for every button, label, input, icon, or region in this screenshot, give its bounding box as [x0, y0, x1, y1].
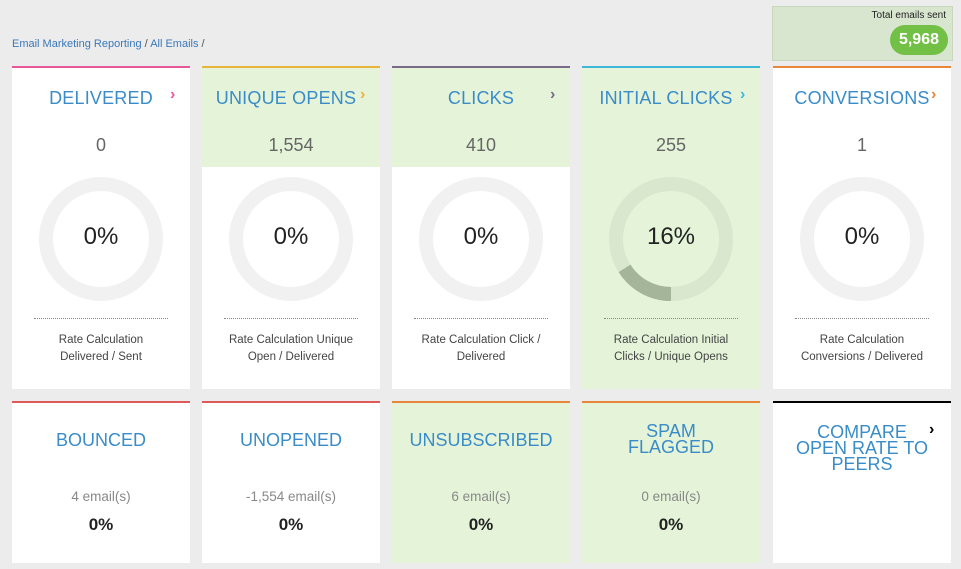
rate-calculation-text: Rate Calculation Click / Delivered [398, 332, 564, 366]
card-title: UNOPENED [239, 430, 342, 450]
chevron-right-icon[interactable]: › [170, 86, 175, 104]
metric-card-delivered[interactable]: DELIVERED › 0 0% Rate Calculation Delive… [12, 66, 190, 389]
card-title-line: PEERS [831, 454, 893, 474]
card-count: 1 [856, 135, 867, 155]
rate-line: Conversions / Delivered [800, 351, 924, 363]
status-percent: 0% [468, 515, 494, 534]
card-count: 0 [95, 135, 106, 155]
divider [795, 318, 929, 319]
metric-card-conversions[interactable]: CONVERSIONS › 1 0% Rate Calculation Conv… [773, 66, 951, 389]
divider [34, 318, 168, 319]
rate-line: Rate Calculation Click / [421, 334, 541, 346]
compare-open-rate-card[interactable]: COMPARE OPEN RATE TO PEERS › [773, 401, 951, 563]
chevron-right-icon[interactable]: › [931, 86, 936, 104]
card-title: UNIQUE OPENS [215, 88, 357, 108]
chevron-right-icon[interactable]: › [360, 86, 365, 104]
metric-card-unique-opens[interactable]: UNIQUE OPENS › 1,554 0% Rate Calculation… [202, 66, 380, 389]
card-header: CONVERSIONS › 1 [773, 68, 951, 167]
card-header: CLICKS › 410 [392, 68, 570, 167]
card-title: UNSUBSCRIBED [409, 430, 553, 450]
status-card-bounced[interactable]: BOUNCED 4 email(s) 0% [12, 401, 190, 563]
card-count: 410 [465, 135, 497, 155]
rate-line: Rate Calculation Unique [228, 334, 354, 346]
card-header: INITIAL CLICKS › 255 [582, 68, 760, 167]
rate-calculation-text: Rate Calculation Conversions / Delivered [779, 332, 945, 366]
status-card-unsubscribed[interactable]: UNSUBSCRIBED 6 email(s) 0% [392, 401, 570, 563]
metric-card-clicks[interactable]: CLICKS › 410 0% Rate Calculation Click /… [392, 66, 570, 389]
rate-percent: 0% [273, 223, 309, 250]
rate-line: Rate Calculation Initial [613, 334, 729, 346]
card-count: 1,554 [268, 135, 314, 155]
rate-calculation-text: Rate Calculation Delivered / Sent [18, 332, 184, 366]
card-title: INITIAL CLICKS [599, 88, 733, 108]
status-card-spam-flagged[interactable]: SPAM FLAGGED 0 email(s) 0% [582, 401, 760, 563]
card-header: UNIQUE OPENS › 1,554 [202, 68, 380, 167]
rate-percent: 0% [844, 223, 880, 250]
total-emails-sent-panel: Total emails sent 5,968 [772, 6, 953, 61]
card-header: DELIVERED › 0 [12, 68, 190, 167]
rate-line: Clicks / Unique Opens [614, 351, 728, 363]
metric-card-initial-clicks[interactable]: INITIAL CLICKS › 255 16% Rate Calculatio… [582, 66, 760, 389]
card-title: CONVERSIONS [794, 88, 930, 108]
card-title: CLICKS [447, 88, 515, 108]
divider [224, 318, 358, 319]
divider [414, 318, 548, 319]
status-percent: 0% [278, 515, 304, 534]
chevron-right-icon[interactable]: › [740, 86, 745, 104]
rate-line: Delivered [456, 351, 506, 363]
chevron-right-icon[interactable]: › [550, 86, 555, 104]
email-count: 4 email(s) [71, 489, 131, 504]
breadcrumb-separator: / [198, 38, 205, 50]
rate-percent: 0% [83, 223, 119, 250]
card-title: BOUNCED [55, 430, 146, 450]
status-card-unopened[interactable]: UNOPENED -1,554 email(s) 0% [202, 401, 380, 563]
breadcrumb-link-email-marketing-reporting[interactable]: Email Marketing Reporting [12, 38, 142, 50]
rate-calculation-text: Rate Calculation Unique Open / Delivered [208, 332, 374, 366]
breadcrumb-separator: / [141, 38, 151, 50]
card-count: 255 [655, 135, 687, 155]
email-count: 0 email(s) [641, 489, 701, 504]
rate-line: Open / Delivered [247, 351, 335, 363]
rate-calculation-text: Rate Calculation Initial Clicks / Unique… [588, 332, 754, 366]
divider [604, 318, 738, 319]
card-title: SPAM FLAGGED [582, 422, 760, 457]
rate-percent: 0% [463, 223, 499, 250]
total-emails-label: Total emails sent [871, 10, 946, 21]
email-count: -1,554 email(s) [245, 489, 337, 504]
status-percent: 0% [88, 515, 114, 534]
total-emails-badge: 5,968 [889, 25, 948, 55]
rate-line: Rate Calculation [819, 334, 905, 346]
rate-percent: 16% [646, 223, 696, 250]
chevron-right-icon[interactable]: › [929, 421, 934, 439]
card-title: DELIVERED [49, 88, 153, 108]
status-percent: 0% [658, 515, 684, 534]
email-count: 6 email(s) [451, 489, 511, 504]
breadcrumb: Email Marketing Reporting / All Emails / [12, 38, 205, 50]
card-title: COMPARE OPEN RATE TO PEERS [773, 423, 951, 474]
rate-line: Delivered / Sent [60, 351, 142, 363]
card-title-line: FLAGGED [627, 437, 715, 457]
rate-line: Rate Calculation [58, 334, 144, 346]
breadcrumb-link-all-emails[interactable]: All Emails [150, 38, 198, 50]
